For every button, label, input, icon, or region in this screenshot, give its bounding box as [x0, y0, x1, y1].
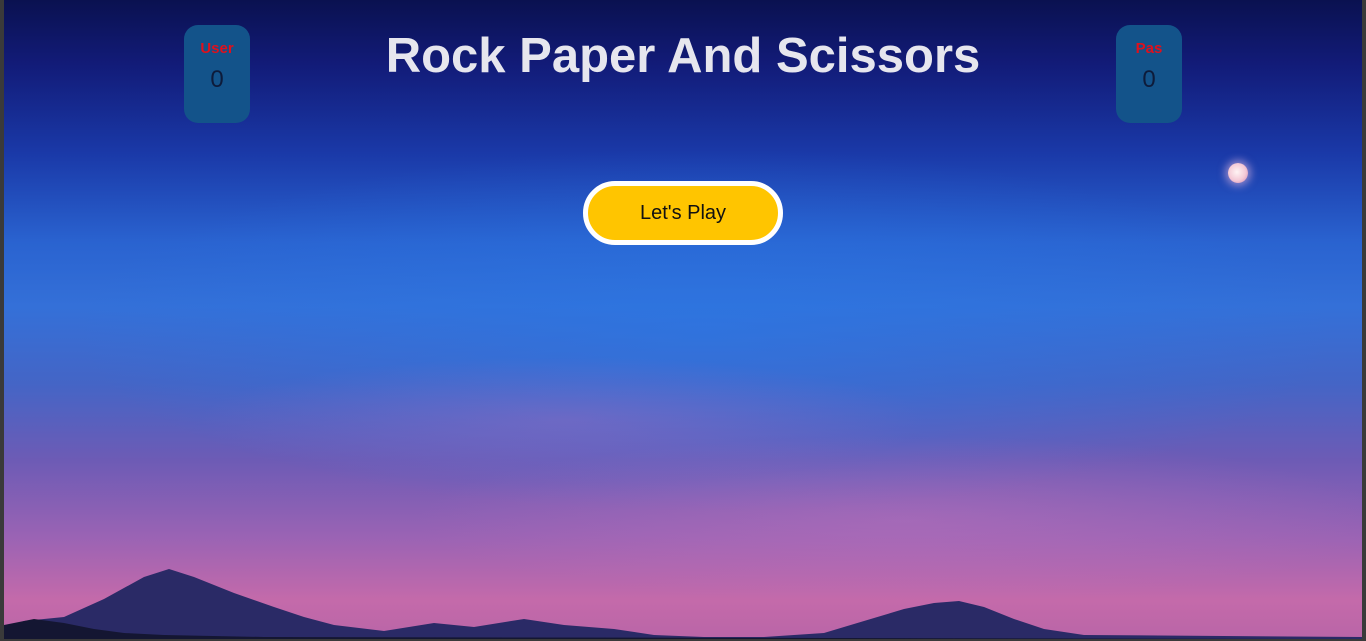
game-screen: User 0 Rock Paper And Scissors Pas 0 Let…: [4, 0, 1362, 639]
lets-play-button[interactable]: Let's Play: [583, 181, 783, 245]
mountain-silhouette: [4, 569, 1362, 639]
moon: [1228, 163, 1248, 183]
pas-score-box: Pas 0: [1116, 25, 1182, 123]
pas-score-label: Pas: [1135, 40, 1163, 57]
pas-score-value: 0: [1142, 66, 1156, 93]
